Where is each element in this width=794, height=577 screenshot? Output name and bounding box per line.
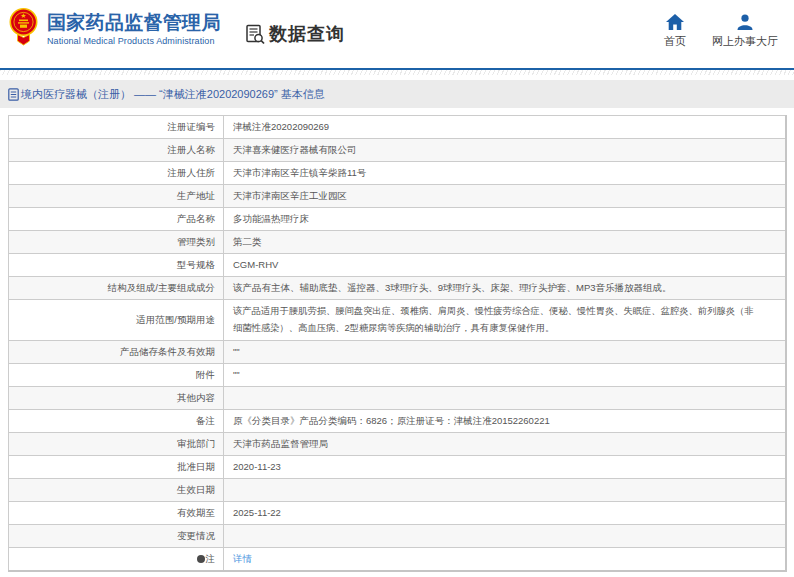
row-value: CGM-RHV	[224, 254, 787, 277]
row-label: 其他内容	[9, 387, 224, 410]
data-query-menu[interactable]: 数据查询	[245, 22, 345, 46]
svg-text:★: ★	[20, 12, 26, 19]
row-value: 该产品适用于腰肌劳损、腰间盘突出症、颈椎病、肩周炎、慢性疲劳综合症、便秘、慢性胃…	[224, 300, 787, 341]
row-value: ""	[224, 364, 787, 387]
site-subtitle: National Medical Products Administration	[47, 36, 221, 46]
row-label: 适用范围/预期用途	[9, 300, 224, 341]
table-row: 注册人住所天津市津南区辛庄镇辛柴路11号	[9, 162, 787, 185]
nav-home[interactable]: 首页	[664, 14, 686, 49]
row-label: 注册人住所	[9, 162, 224, 185]
national-emblem-icon: ★	[9, 7, 38, 47]
row-value: 津械注准20202090269	[224, 116, 787, 139]
row-label: 注册证编号	[9, 116, 224, 139]
row-label: 批准日期	[9, 456, 224, 479]
row-value: 天津喜来健医疗器械有限公司	[224, 139, 787, 162]
table-row: 有效期至2025-11-22	[9, 502, 787, 525]
breadcrumb: 境内医疗器械（注册） —— “津械注准20202090269” 基本信息	[21, 87, 325, 102]
table-row: 注册人名称天津喜来健医疗器械有限公司	[9, 139, 787, 162]
row-value: 详情	[224, 548, 787, 572]
row-label: 生效日期	[9, 479, 224, 502]
row-value	[224, 387, 787, 410]
data-query-label: 数据查询	[269, 22, 345, 46]
table-row: 生效日期	[9, 479, 787, 502]
nmpa-logo[interactable]: ★	[9, 7, 38, 51]
table-row: 注详情	[9, 548, 787, 572]
row-value	[224, 525, 787, 548]
table-row: 产品储存条件及有效期""	[9, 341, 787, 364]
nav-online-hall[interactable]: 网上办事大厅	[712, 14, 778, 49]
table-row: 管理类别第二类	[9, 231, 787, 254]
row-label: 型号规格	[9, 254, 224, 277]
table-row: 生产地址天津市津南区辛庄工业园区	[9, 185, 787, 208]
row-value: ""	[224, 341, 787, 364]
row-label: 注	[9, 548, 224, 572]
nav-home-label: 首页	[664, 34, 686, 49]
breadcrumb-bar: 境内医疗器械（注册） —— “津械注准20202090269” 基本信息	[0, 80, 794, 108]
row-label: 结构及组成/主要组成成分	[9, 277, 224, 300]
document-icon	[8, 88, 19, 101]
row-value: 原《分类目录》产品分类编码：6826；原注册证号：津械注准20152260221	[224, 410, 787, 433]
table-row: 适用范围/预期用途该产品适用于腰肌劳损、腰间盘突出症、颈椎病、肩周炎、慢性疲劳综…	[9, 300, 787, 341]
row-value: 多功能温热理疗床	[224, 208, 787, 231]
row-value	[224, 479, 787, 502]
table-row: 审批部门天津市药品监督管理局	[9, 433, 787, 456]
table-row: 结构及组成/主要组成成分该产品有主体、辅助底垫、遥控器、3球理疗头、9球理疗头、…	[9, 277, 787, 300]
table-row: 变更情况	[9, 525, 787, 548]
divider-stripes	[0, 70, 794, 75]
home-icon	[666, 14, 684, 30]
row-label: 管理类别	[9, 231, 224, 254]
row-value: 该产品有主体、辅助底垫、遥控器、3球理疗头、9球理疗头、床架、理疗头护套、MP3…	[224, 277, 787, 300]
nav-online-hall-label: 网上办事大厅	[712, 34, 778, 49]
table-row: 备注原《分类目录》产品分类编码：6826；原注册证号：津械注准201522602…	[9, 410, 787, 433]
row-value: 天津市药品监督管理局	[224, 433, 787, 456]
row-label: 生产地址	[9, 185, 224, 208]
row-value: 天津市津南区辛庄工业园区	[224, 185, 787, 208]
row-label: 注册人名称	[9, 139, 224, 162]
data-search-icon	[245, 24, 266, 45]
header-nav: 首页 网上办事大厅	[664, 14, 778, 49]
user-icon	[736, 14, 754, 30]
row-label: 有效期至	[9, 502, 224, 525]
detail-link[interactable]: 详情	[233, 553, 252, 564]
table-row: 注册证编号津械注准20202090269	[9, 116, 787, 139]
table-row: 型号规格CGM-RHV	[9, 254, 787, 277]
table-row: 产品名称多功能温热理疗床	[9, 208, 787, 231]
row-label: 备注	[9, 410, 224, 433]
table-row: 附件""	[9, 364, 787, 387]
row-label: 审批部门	[9, 433, 224, 456]
row-value: 2025-11-22	[224, 502, 787, 525]
row-label: 产品储存条件及有效期	[9, 341, 224, 364]
site-header: ★ 国家药品监督管理局 National Medical Products Ad…	[0, 0, 794, 70]
site-title-block: 国家药品监督管理局 National Medical Products Admi…	[47, 12, 221, 46]
registration-info-table: 注册证编号津械注准20202090269注册人名称天津喜来健医疗器械有限公司注册…	[8, 115, 787, 572]
row-value: 2020-11-23	[224, 456, 787, 479]
row-label: 变更情况	[9, 525, 224, 548]
row-value: 天津市津南区辛庄镇辛柴路11号	[224, 162, 787, 185]
row-label: 附件	[9, 364, 224, 387]
note-dot-icon	[197, 555, 205, 563]
table-row: 批准日期2020-11-23	[9, 456, 787, 479]
site-title: 国家药品监督管理局	[47, 12, 221, 33]
table-row: 其他内容	[9, 387, 787, 410]
row-label: 产品名称	[9, 208, 224, 231]
row-value: 第二类	[224, 231, 787, 254]
